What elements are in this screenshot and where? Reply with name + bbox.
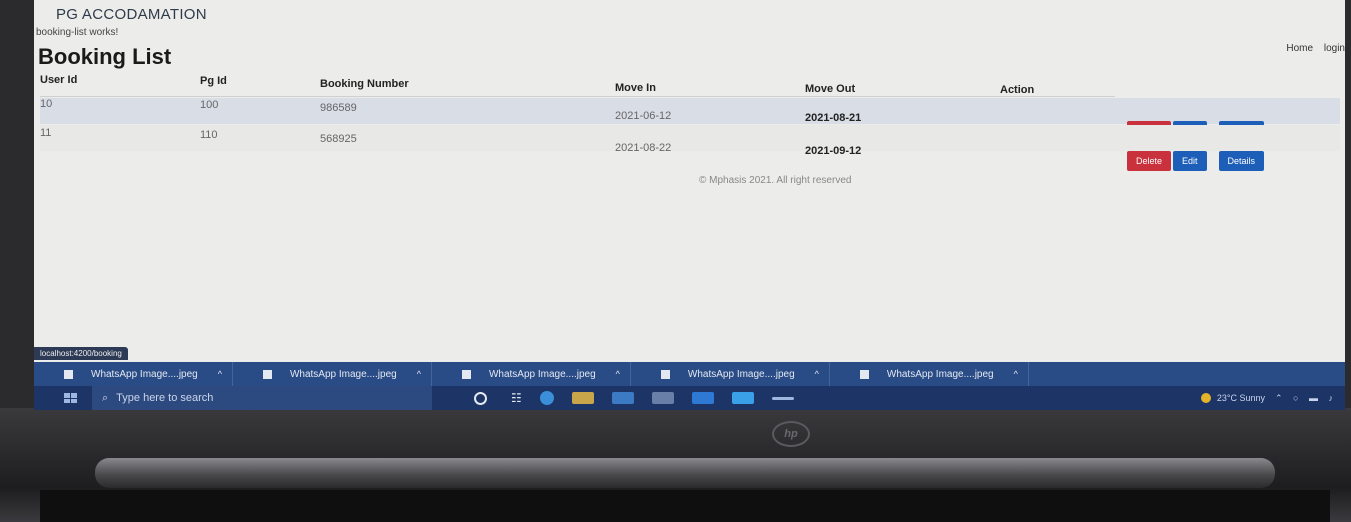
task-view-icon[interactable]: ☷ xyxy=(511,391,522,405)
header-move-in: Move In xyxy=(615,82,656,94)
file-icon xyxy=(461,369,471,379)
sun-icon xyxy=(1200,393,1211,403)
taskbar-search[interactable]: ⌕ Type here to search xyxy=(92,386,432,410)
laptop-bezel-right xyxy=(1345,0,1351,412)
download-item-label: WhatsApp Image....jpeg xyxy=(289,368,397,380)
cell-move-out: 2021-08-21 xyxy=(805,112,862,124)
download-item-label: WhatsApp Image....jpeg xyxy=(886,368,994,380)
windows-taskbar: ⌕ Type here to search ☷ 23°C Sunny ⌃ ○ ▬… xyxy=(34,386,1345,410)
weather-text[interactable]: 23°C Sunny xyxy=(1217,393,1265,403)
download-item-label: WhatsApp Image....jpeg xyxy=(687,368,795,380)
download-item[interactable]: WhatsApp Image....jpeg ^ xyxy=(830,362,1029,386)
chevron-up-icon[interactable]: ^ xyxy=(218,369,222,379)
table-header: User Id Pg Id Booking Number Move In Mov… xyxy=(40,70,1115,97)
chrome-icon[interactable] xyxy=(651,392,674,404)
file-icon xyxy=(859,369,869,379)
browser-status-url: localhost:4200/booking xyxy=(34,347,128,360)
store-icon[interactable] xyxy=(691,392,714,404)
hp-logo-icon: hp xyxy=(772,421,810,447)
page-footer: © Mphasis 2021. All right reserved xyxy=(699,175,852,186)
file-icon xyxy=(660,369,670,379)
cell-pg-id: 100 xyxy=(200,99,219,111)
download-item[interactable]: WhatsApp Image....jpeg ^ xyxy=(432,362,631,386)
header-booking-number: Booking Number xyxy=(320,78,409,90)
chevron-up-icon[interactable]: ^ xyxy=(1014,369,1018,379)
cortana-icon[interactable] xyxy=(474,391,487,405)
chevron-up-icon[interactable]: ^ xyxy=(616,369,620,379)
browser-viewport: PG ACCODAMATION booking-list works! Book… xyxy=(34,0,1345,362)
cell-booking-number: 986589 xyxy=(320,102,357,114)
laptop-bezel-left xyxy=(0,0,34,412)
cell-user-id: 11 xyxy=(40,127,52,139)
laptop-base-shadow xyxy=(40,490,1330,522)
table-row: 11 110 568925 2021-08-22 2021-09-12 Dele… xyxy=(40,125,1340,171)
cell-move-in: 2021-08-22 xyxy=(615,142,672,154)
cell-booking-number: 568925 xyxy=(320,133,357,145)
delete-button[interactable]: Delete xyxy=(1127,151,1172,171)
file-icon xyxy=(64,369,73,379)
download-item[interactable]: WhatsApp Image....jpeg ^ xyxy=(34,362,233,386)
mail-icon[interactable] xyxy=(611,392,634,404)
cell-user-id: 10 xyxy=(40,98,53,110)
page-title: Booking List xyxy=(38,44,172,69)
header-action: Action xyxy=(1000,84,1035,96)
nav-link-login[interactable]: login xyxy=(1324,43,1345,54)
header-user-id: User Id xyxy=(40,74,78,86)
file-icon xyxy=(262,369,272,379)
file-explorer-icon[interactable] xyxy=(571,392,594,404)
row-actions: DeleteEdit Details xyxy=(1127,151,1266,171)
component-status-text: booking-list works! xyxy=(36,27,119,38)
top-nav: Home login xyxy=(1278,43,1345,54)
search-placeholder: Type here to search xyxy=(116,392,214,404)
app-icon[interactable] xyxy=(771,396,794,400)
header-pg-id: Pg Id xyxy=(200,75,227,87)
cell-move-in: 2021-06-12 xyxy=(615,110,672,122)
chevron-up-icon[interactable]: ^ xyxy=(815,369,819,379)
nav-link-home[interactable]: Home xyxy=(1286,43,1313,54)
table-row: 10 100 986589 2021-06-12 2021-08-21 Dele… xyxy=(40,98,1340,141)
vscode-icon[interactable] xyxy=(731,392,754,404)
cell-pg-id: 110 xyxy=(200,129,218,141)
edge-icon[interactable] xyxy=(539,391,554,405)
system-tray: 23°C Sunny ⌃ ○ ▬ ♪ xyxy=(1200,393,1337,404)
header-move-out: Move Out xyxy=(805,83,856,95)
download-bar: WhatsApp Image....jpeg ^ WhatsApp Image.… xyxy=(34,362,1345,386)
search-icon: ⌕ xyxy=(102,391,109,404)
details-button[interactable]: Details xyxy=(1218,151,1265,171)
app-title: PG ACCODAMATION xyxy=(56,6,207,23)
windows-logo-icon[interactable] xyxy=(64,393,78,403)
download-item[interactable]: WhatsApp Image....jpeg ^ xyxy=(233,362,432,386)
laptop-hinge xyxy=(95,458,1275,488)
edit-button[interactable]: Edit xyxy=(1173,151,1207,171)
cell-move-out: 2021-09-12 xyxy=(805,145,862,157)
chevron-up-icon[interactable]: ^ xyxy=(417,369,421,379)
download-item-label: WhatsApp Image....jpeg xyxy=(91,368,198,380)
tray-icons[interactable]: ⌃ ○ ▬ ♪ xyxy=(1275,393,1337,404)
download-item[interactable]: WhatsApp Image....jpeg ^ xyxy=(631,362,830,386)
download-item-label: WhatsApp Image....jpeg xyxy=(488,368,596,380)
